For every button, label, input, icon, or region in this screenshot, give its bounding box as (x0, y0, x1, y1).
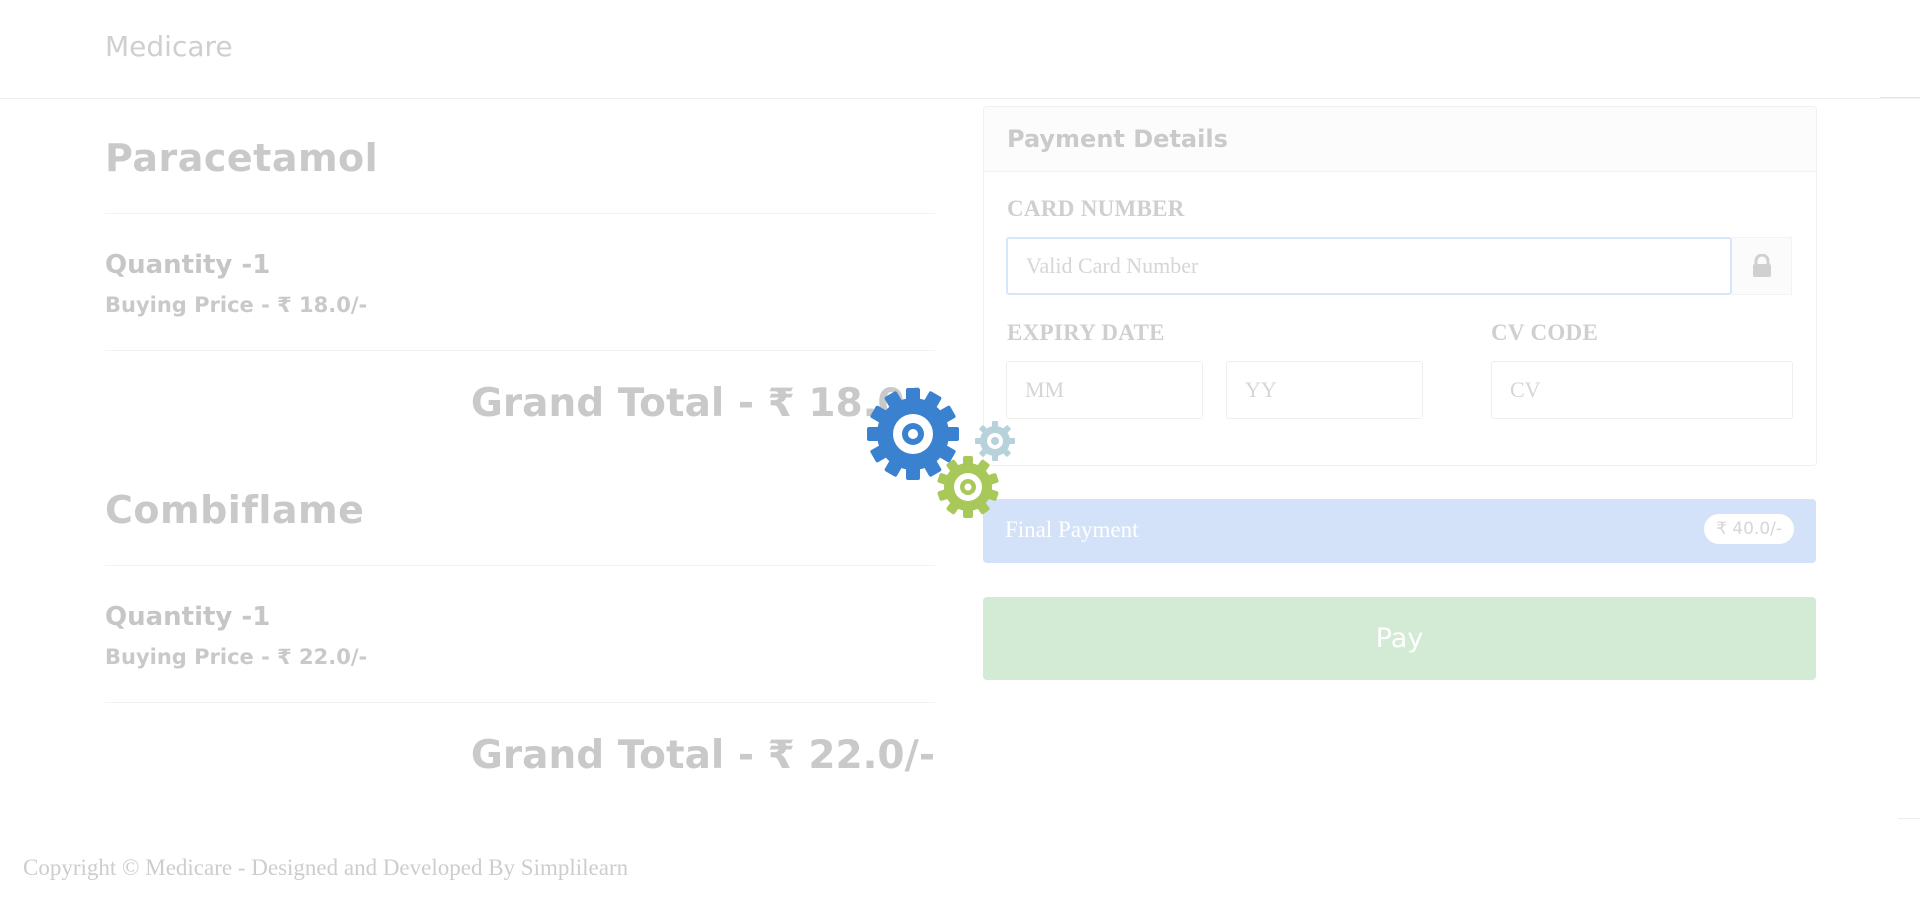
cv-code-input[interactable]: CV (1491, 361, 1793, 419)
panel-header: Payment Details (984, 107, 1816, 172)
card-number-label: CARD NUMBER (1007, 196, 1185, 221)
lock-addon (1732, 237, 1792, 295)
expiry-month-input[interactable]: MM (1006, 361, 1203, 419)
grand-total: Grand Total - ₹ 22.0/- (470, 733, 935, 778)
final-payment-bar: Final Payment ₹ 40.0/- (983, 499, 1816, 563)
gear-small-icon (975, 421, 1015, 461)
navbar-divider (1880, 97, 1920, 98)
month-placeholder: MM (1025, 377, 1065, 402)
payment-details-panel: Payment Details CARD NUMBER Valid Card N… (983, 106, 1817, 466)
cart-item: Combiflame Quantity -1 Buying Price - ₹ … (105, 488, 935, 778)
gears-loading-icon (867, 388, 1015, 518)
product-quantity: Quantity -1 (105, 602, 271, 632)
final-payment-amount-badge: ₹ 40.0/- (1704, 514, 1794, 544)
panel-title: Payment Details (1007, 125, 1228, 153)
expiry-date-label: EXPIRY DATE (1007, 320, 1165, 345)
divider (105, 565, 935, 566)
navbar: Medicare (0, 0, 1920, 99)
cv-code-label: CV CODE (1491, 320, 1599, 345)
product-name: Paracetamol (105, 136, 379, 180)
cv-placeholder: CV (1510, 377, 1541, 402)
cart-item: Paracetamol Quantity -1 Buying Price - ₹… (105, 136, 935, 426)
product-price: Buying Price - ₹ 22.0/- (105, 645, 368, 669)
card-number-placeholder: Valid Card Number (1026, 253, 1199, 278)
divider (105, 213, 935, 214)
divider (105, 350, 935, 351)
grand-total: Grand Total - ₹ 18.0/- (470, 381, 935, 426)
brand-logo[interactable]: Medicare (105, 30, 233, 63)
final-payment-label: Final Payment (1005, 517, 1139, 542)
expiry-year-input[interactable]: YY (1226, 361, 1423, 419)
divider (1898, 818, 1920, 819)
pay-button[interactable]: Pay (983, 597, 1816, 680)
lock-icon (1752, 254, 1771, 277)
footer-copyright: Copyright © Medicare - Designed and Deve… (23, 855, 629, 880)
product-price: Buying Price - ₹ 18.0/- (105, 293, 368, 317)
gear-medium-icon (937, 456, 999, 518)
product-name: Combiflame (105, 488, 365, 532)
year-placeholder: YY (1245, 377, 1277, 402)
card-number-input[interactable]: Valid Card Number (1006, 237, 1732, 295)
product-quantity: Quantity -1 (105, 250, 271, 280)
gear-large-icon (867, 388, 959, 480)
divider (105, 702, 935, 703)
